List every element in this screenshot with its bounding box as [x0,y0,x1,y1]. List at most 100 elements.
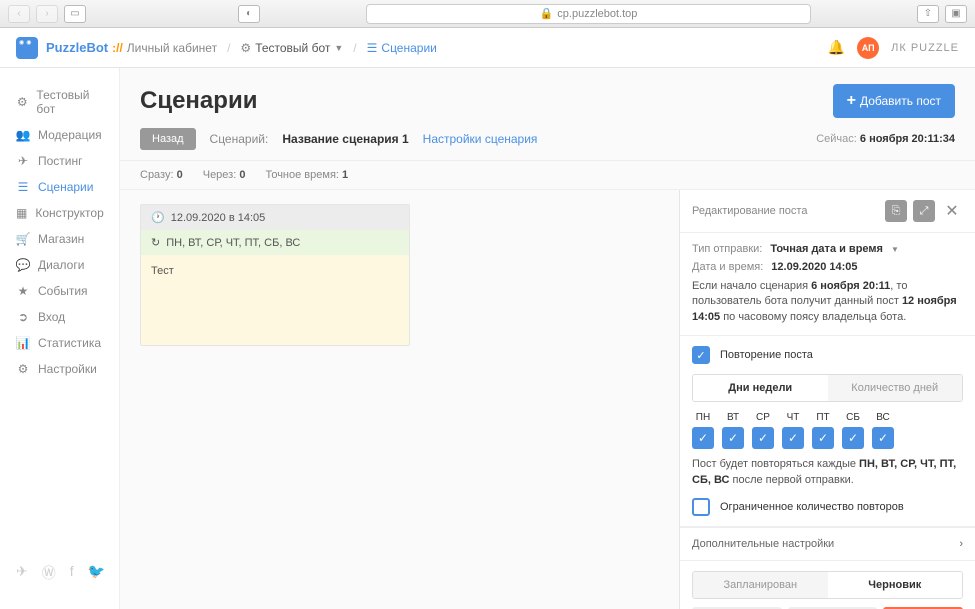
sidebar-label: Статистика [38,336,101,350]
post-card-header: 🕐 12.09.2020 в 14:05 [141,205,409,230]
panel-expand-button[interactable]: ⤢ [913,200,935,222]
browser-share-icon[interactable]: ⇧ [917,5,939,23]
breadcrumb-bot[interactable]: Тестовый бот [255,41,330,55]
facebook-icon[interactable]: f [70,563,74,583]
app-header: PuzzleBot :// Личный кабинет / ⚙ Тестовы… [0,28,975,68]
sidebar-item-events[interactable]: ★События [0,278,119,304]
repeat-label: Повторение поста [720,349,813,361]
filter-immediate: Сразу: 0 [140,169,183,181]
star-icon: ★ [16,284,30,298]
send-type-label: Тип отправки: [692,243,762,255]
filter-exact: Точное время: 1 [265,169,348,181]
sidebar-label: Вход [38,310,65,324]
status-planned[interactable]: Запланирован [693,572,828,598]
day-label-sat: СБ [846,412,860,423]
day-checkbox-tue[interactable]: ✓ [722,427,744,449]
bot-dropdown-icon[interactable]: ▼ [334,43,343,53]
sidebar-item-dialogs[interactable]: 💬Диалоги [0,252,119,278]
breadcrumb-sep-1: / [227,41,230,55]
logo-icon[interactable] [16,37,38,59]
sidebar-item-shop[interactable]: 🛒Магазин [0,226,119,252]
sidebar-item-posting[interactable]: ✈Постинг [0,148,119,174]
scenario-settings-link[interactable]: Настройки сценария [423,132,538,146]
additional-settings-toggle[interactable]: Дополнительные настройки › [680,527,975,561]
browser-sidebar-toggle[interactable]: ▭ [64,5,86,23]
scenario-name: Название сценария 1 [282,132,408,146]
limit-checkbox[interactable] [692,498,710,516]
post-card-body: Тест [141,255,409,345]
datetime-value[interactable]: 12.09.2020 14:05 [771,261,857,273]
username[interactable]: ЛК PUZZLE [891,42,959,54]
post-card[interactable]: 🕐 12.09.2020 в 14:05 ↻ ПН, ВТ, СР, ЧТ, П… [140,204,410,346]
day-label-wed: СР [756,412,770,423]
chevron-right-icon: › [959,538,963,550]
day-checkbox-thu[interactable]: ✓ [782,427,804,449]
sidebar-item-settings[interactable]: ⚙ Настройки [0,356,119,382]
panel-close-button[interactable]: ✕ [941,200,963,222]
lock-icon: 🔒 [540,7,554,20]
browser-back[interactable]: ‹ [8,5,30,23]
day-label-sun: ВС [876,412,890,423]
browser-tabs-icon[interactable]: ▣ [945,5,967,23]
post-datetime: 12.09.2020 в 14:05 [171,212,266,224]
sidebar-item-scenarios[interactable]: ☰ Сценарии [0,174,119,200]
brand-name[interactable]: PuzzleBot [46,40,108,55]
panel-copy-button[interactable]: ⎘ [885,200,907,222]
sidebar-label: Постинг [38,154,83,168]
tab-daycount[interactable]: Количество дней [828,375,963,401]
day-label-mon: ПН [696,412,710,423]
enter-icon: ➲ [16,310,30,324]
day-checkbox-mon[interactable]: ✓ [692,427,714,449]
telegram-icon[interactable]: ✈ [16,563,28,583]
info-text: Если начало сценария 6 ноября 20:11, то … [692,279,963,325]
sidebar-item-moderation[interactable]: 👥Модерация [0,122,119,148]
tab-weekdays[interactable]: Дни недели [693,375,828,401]
users-icon: 👥 [16,128,30,142]
browser-forward[interactable]: › [36,5,58,23]
browser-shield-icon[interactable]: ◐ [238,5,260,23]
sidebar-label: Конструктор [35,206,103,220]
filter-row: Сразу: 0 Через: 0 Точное время: 1 [120,161,975,190]
send-type-value[interactable]: Точная дата и время [770,243,883,255]
page-title: Сценарии [140,87,257,115]
brand-separator: :// [112,41,123,55]
chevron-down-icon[interactable]: ▼ [891,245,899,254]
sidebar-item-bot[interactable]: ⚙Тестовый бот [0,82,119,122]
post-repeat-days: ПН, ВТ, СР, ЧТ, ПТ, СБ, ВС [166,237,300,249]
scenario-icon: ☰ [367,41,378,55]
sidebar-item-constructor[interactable]: ▦ Конструктор [0,200,119,226]
twitter-icon[interactable]: 🐦 [88,563,105,583]
additional-settings-label: Дополнительные настройки [692,538,834,550]
gear-icon: ⚙ [16,362,30,376]
limit-label: Ограниченное количество повторов [720,501,904,513]
sidebar-label: Диалоги [38,258,84,272]
browser-url-bar[interactable]: 🔒 cp.puzzlebot.top [366,4,811,24]
repeat-checkbox[interactable]: ✓ [692,346,710,364]
now-label: Сейчас: [816,133,857,145]
grid-icon: ▦ [16,206,27,220]
panel-title: Редактирование поста [692,205,807,217]
add-post-button[interactable]: + Добавить пост [833,84,955,118]
repeat-icon: ↻ [151,236,160,249]
sidebar-item-login[interactable]: ➲ Вход [0,304,119,330]
datetime-label: Дата и время: [692,261,763,273]
cart-icon: 🛒 [16,232,30,246]
user-avatar[interactable]: АП [857,37,879,59]
list-icon: ☰ [16,180,30,194]
breadcrumb-scenarios[interactable]: Сценарии [381,41,436,55]
day-checkbox-wed[interactable]: ✓ [752,427,774,449]
add-post-label: Добавить пост [860,94,941,108]
day-checkbox-sat[interactable]: ✓ [842,427,864,449]
day-checkbox-sun[interactable]: ✓ [872,427,894,449]
notifications-icon[interactable]: 🔔 [828,39,845,56]
sidebar-label: Сценарии [38,180,93,194]
breadcrumb-cabinet[interactable]: Личный кабинет [127,41,217,55]
day-label-fri: ПТ [816,412,829,423]
sidebar-label: Настройки [38,362,97,376]
status-draft[interactable]: Черновик [828,572,963,598]
back-button[interactable]: Назад [140,128,196,150]
vk-icon[interactable]: Ⓦ [42,563,56,583]
sidebar-item-stats[interactable]: 📊Статистика [0,330,119,356]
main-content: Сценарии + Добавить пост Назад Сценарий:… [120,68,975,609]
day-checkbox-fri[interactable]: ✓ [812,427,834,449]
